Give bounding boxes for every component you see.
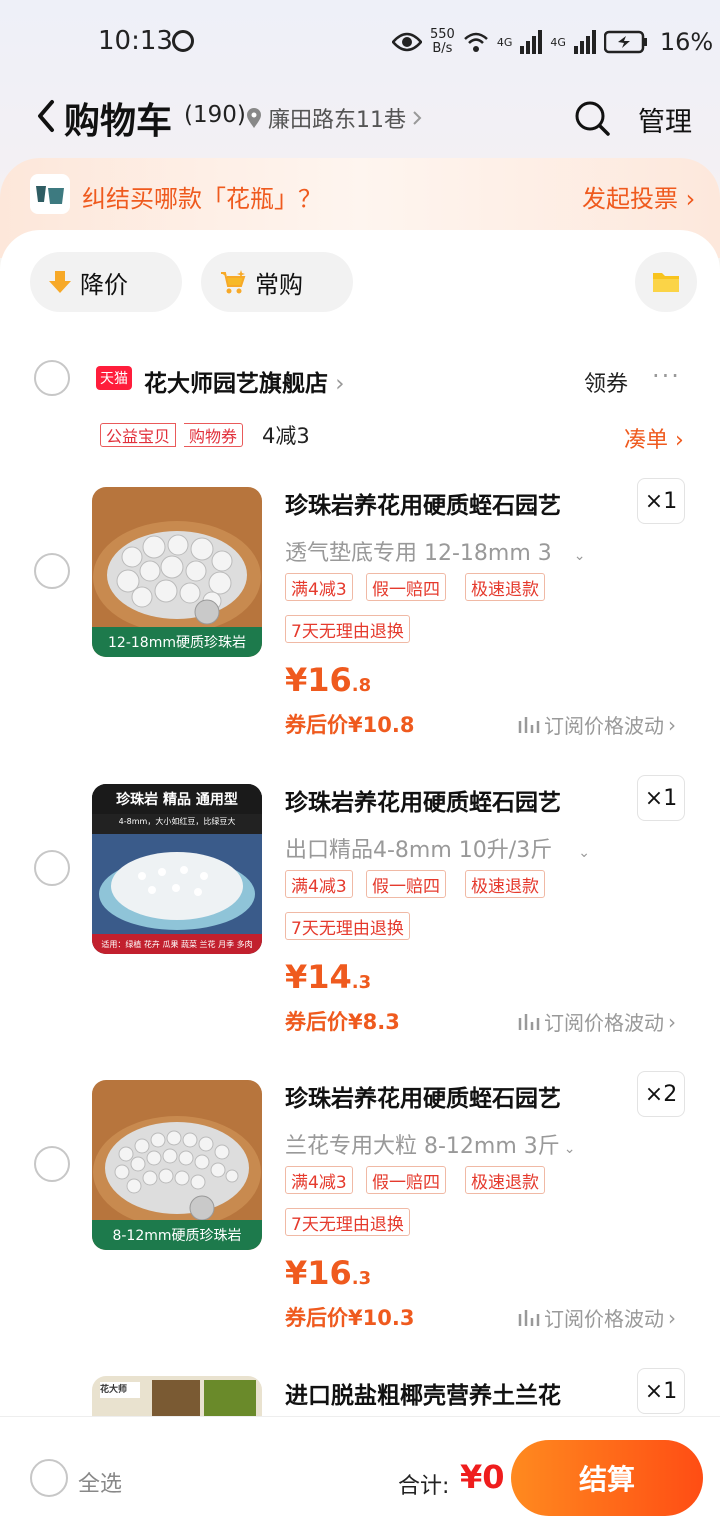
net-speed: 550 B/s [430, 27, 455, 56]
status-icons: 550 B/s 4G 4G 16% [392, 24, 713, 60]
frequent-chip[interactable]: 常购 [201, 252, 353, 312]
quantity-selector[interactable]: ×1 [637, 1368, 685, 1414]
promo-tag-authentic: 假一赔四 [366, 1166, 446, 1194]
product-image[interactable]: 12-18mm硬质珍珠岩 [92, 487, 262, 657]
battery-percent: 16% [659, 28, 714, 56]
item-price: ¥16.3 [285, 1254, 372, 1292]
manage-button[interactable]: 管理 [638, 100, 692, 139]
sku-selector[interactable]: 兰花专用大粒 8-12mm 3斤 ⌄ [285, 1128, 576, 1160]
store-select-radio[interactable] [34, 360, 70, 396]
after-coupon-price: 券后价¥10.3 [285, 1306, 415, 1330]
after-coupon-price: 券后价¥10.8 [285, 713, 415, 737]
promo-tag-discount: 满4减3 [285, 870, 353, 898]
shopping-coupon-tag: 购物券 [184, 423, 244, 447]
sku-selector[interactable]: 出口精品4-8mm 10升/3斤 ⌄ [285, 832, 590, 864]
folder-button[interactable] [635, 252, 697, 312]
chevron-right-icon [413, 111, 422, 125]
search-icon[interactable] [572, 96, 612, 140]
image-caption-top: 珍珠岩 精品 通用型 [92, 784, 262, 814]
more-options-icon[interactable]: ··· [652, 362, 681, 390]
product-image[interactable]: 8-12mm硬质珍珠岩 [92, 1080, 262, 1250]
store-name[interactable]: 花大师园艺旗舰店 › [144, 364, 345, 398]
quantity-selector[interactable]: ×1 [637, 478, 685, 524]
checkout-button[interactable]: 结算 [511, 1440, 703, 1516]
sku-selector[interactable]: 透气垫底专用 12-18mm 3 ⌄ [285, 535, 586, 567]
item-title[interactable]: 珍珠岩养花用硬质蛭石园艺 [285, 486, 561, 520]
after-coupon-price: 券后价¥8.3 [285, 1010, 400, 1034]
item-title[interactable]: 珍珠岩养花用硬质蛭石园艺 [285, 1079, 561, 1113]
image-caption: 8-12mm硬质珍珠岩 [92, 1220, 262, 1250]
folder-icon [653, 273, 679, 292]
quantity-selector[interactable]: ×1 [637, 775, 685, 821]
image-caption-bottom: 适用：绿植 花卉 瓜果 蔬菜 兰花 月季 多肉 [92, 934, 262, 954]
cart-count: (190) [184, 102, 246, 128]
return-policy-tag: 7天无理由退换 [285, 1208, 410, 1236]
return-policy-tag: 7天无理由退换 [285, 615, 410, 643]
tmall-badge: 天猫 [96, 366, 132, 390]
promo-tag-fast-refund: 极速退款 [465, 870, 545, 898]
page-title: 购物车 [64, 101, 173, 142]
promo-tag-discount: 满4减3 [285, 1166, 353, 1194]
vase-thumbnail [30, 174, 70, 214]
frequent-label: 常购 [255, 270, 303, 299]
vote-prompt: 纠结买哪款「花瓶」？ [82, 185, 322, 213]
price-drop-label: 降价 [80, 270, 128, 299]
product-image[interactable]: 珍珠岩 精品 通用型 4-8mm，大小如红豆，比绿豆大 适用：绿植 花卉 瓜果 … [92, 784, 262, 954]
charity-tag: 公益宝贝 [100, 423, 177, 447]
item-select-radio[interactable] [34, 850, 70, 886]
signal-type-1: 4G [496, 35, 513, 49]
down-arrow-icon [49, 271, 71, 293]
promo-tag-fast-refund: 极速退款 [465, 573, 545, 601]
get-coupon-button[interactable]: 领券 [584, 366, 628, 398]
status-time: 10:13 [98, 26, 173, 56]
item-price: ¥16.8 [285, 661, 372, 699]
signal-type-2: 4G [550, 35, 566, 49]
cart-icon [221, 270, 246, 294]
price-watch-link[interactable]: 订阅价格波动 › [518, 1007, 676, 1036]
promo-tag-authentic: 假一赔四 [366, 573, 446, 601]
start-vote-link[interactable]: 发起投票 › [582, 179, 695, 214]
add-on-items-link[interactable]: 凑单 › [624, 422, 684, 454]
promo-text: 4减3 [262, 424, 310, 448]
image-caption-sub: 4-8mm，大小如红豆，比绿豆大 [118, 817, 236, 826]
item-title[interactable]: 珍珠岩养花用硬质蛭石园艺 [285, 783, 561, 817]
location-pin-icon [247, 108, 261, 128]
promo-tag-discount: 满4减3 [285, 573, 353, 601]
image-caption: 12-18mm硬质珍珠岩 [92, 627, 262, 657]
select-all-label[interactable]: 全选 [78, 1466, 122, 1498]
select-all-radio[interactable] [30, 1459, 68, 1497]
price-watch-link[interactable]: 订阅价格波动 › [518, 710, 676, 739]
promo-tag-fast-refund: 极速退款 [465, 1166, 545, 1194]
item-select-radio[interactable] [34, 1146, 70, 1182]
battery-icon [603, 30, 647, 54]
promo-tag-authentic: 假一赔四 [366, 870, 446, 898]
location-text: 廉田路东11巷 [268, 108, 406, 133]
signal-icon [520, 30, 543, 54]
chart-icon [518, 1013, 540, 1030]
total-label: 合计: [398, 1474, 450, 1499]
total-amount: ¥0 [460, 1458, 505, 1496]
price-watch-link[interactable]: 订阅价格波动 › [518, 1303, 676, 1332]
return-policy-tag: 7天无理由退换 [285, 912, 410, 940]
item-title[interactable]: 进口脱盐粗椰壳营养土兰花 [285, 1376, 561, 1410]
wifi-icon [463, 32, 488, 52]
chart-icon [518, 1309, 540, 1326]
item-select-radio[interactable] [34, 553, 70, 589]
location-indicator-icon [172, 30, 194, 52]
item-price: ¥14.3 [285, 958, 372, 996]
chart-icon [518, 716, 540, 733]
quantity-selector[interactable]: ×2 [637, 1071, 685, 1117]
price-drop-chip[interactable]: 降价 [30, 252, 182, 312]
delivery-location[interactable]: 廉田路东11巷 [246, 102, 422, 134]
product-image[interactable]: 花大师 [92, 1376, 262, 1420]
eye-icon [392, 32, 422, 52]
signal-icon-2 [573, 30, 596, 54]
